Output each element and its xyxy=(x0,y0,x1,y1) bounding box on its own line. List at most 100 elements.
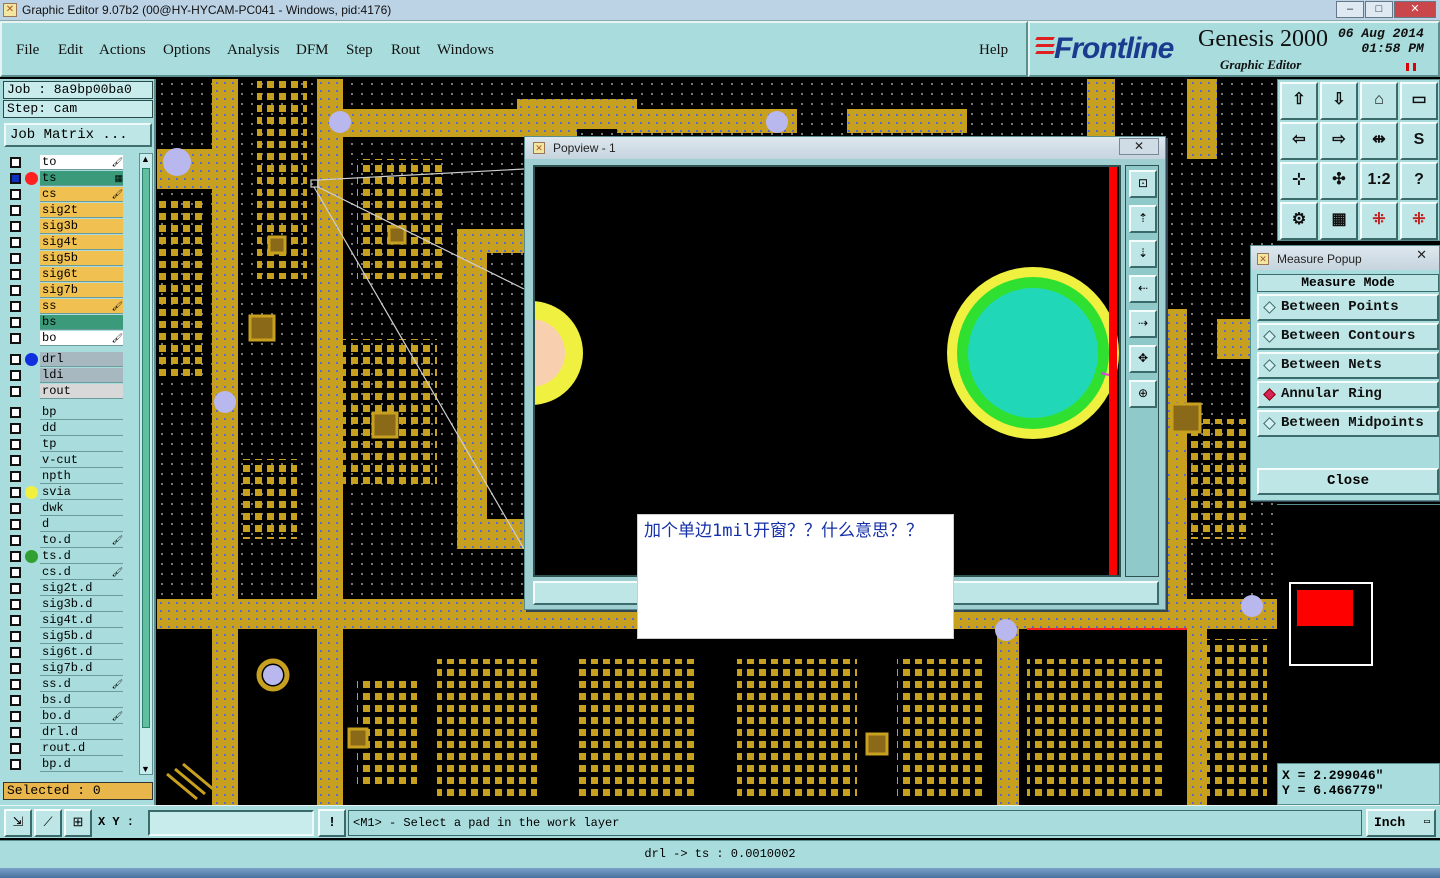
layer-name[interactable]: ldi xyxy=(40,368,123,383)
layer-name[interactable]: sig5b xyxy=(40,251,123,266)
menu-windows[interactable]: Windows xyxy=(437,42,494,59)
layer-row[interactable]: sig5b.d xyxy=(4,629,125,644)
popview-title-bar[interactable]: ✕ Popview - 1 ✕ xyxy=(525,137,1165,159)
radio-diamond-icon[interactable] xyxy=(1263,330,1276,343)
layer-checkbox[interactable] xyxy=(10,285,21,296)
layer-name[interactable]: sig6t.d xyxy=(40,645,123,660)
layer-name[interactable]: drl.d xyxy=(40,725,123,740)
pan-up-icon[interactable]: ⇡ xyxy=(1129,205,1157,233)
layer-row[interactable]: rout.d xyxy=(4,741,125,756)
measure-option[interactable]: Between Nets xyxy=(1257,352,1439,379)
menu-options[interactable]: Options xyxy=(163,42,211,59)
zoom-home-icon[interactable]: ⇧ xyxy=(1280,82,1318,120)
pan-down-icon[interactable]: ⇣ xyxy=(1129,240,1157,268)
layer-row[interactable]: ldi xyxy=(4,368,125,383)
layer-row[interactable]: v-cut xyxy=(4,453,125,468)
menu-step[interactable]: Step xyxy=(346,42,373,59)
layer-checkbox[interactable] xyxy=(10,551,21,562)
pan-left-icon[interactable]: ⇠ xyxy=(1129,275,1157,303)
layer-row[interactable]: bp.d xyxy=(4,757,125,772)
layer-name[interactable]: rout.d xyxy=(40,741,123,756)
layer-checkbox[interactable] xyxy=(10,439,21,450)
layer-row[interactable]: d xyxy=(4,517,125,532)
layer-row[interactable]: bs.d xyxy=(4,693,125,708)
overview-frame[interactable] xyxy=(1289,582,1373,666)
zoom-down-icon[interactable]: ⇩ xyxy=(1320,82,1358,120)
menu-help[interactable]: Help xyxy=(979,42,1008,59)
overview-map[interactable] xyxy=(1277,504,1440,762)
layer-checkbox[interactable] xyxy=(10,423,21,434)
minimize-button[interactable]: ‒ xyxy=(1336,1,1364,18)
layer-row[interactable]: sig5b xyxy=(4,251,125,266)
close-button[interactable]: ✕ xyxy=(1394,1,1436,18)
layer-row[interactable]: sig4t xyxy=(4,235,125,250)
layer-name[interactable]: sig6t xyxy=(40,267,123,282)
layer-name[interactable]: sig2t.d xyxy=(40,581,123,596)
layer-name[interactable]: ss xyxy=(40,299,123,314)
layer-name[interactable]: cs.d xyxy=(40,565,123,580)
units-selector[interactable]: Inch ▭ xyxy=(1366,809,1436,837)
layer-checkbox[interactable] xyxy=(10,695,21,706)
radio-diamond-icon[interactable] xyxy=(1263,359,1276,372)
layer-checkbox[interactable] xyxy=(10,519,21,530)
layer-name[interactable]: ts.d xyxy=(40,549,123,564)
layer-checkbox[interactable] xyxy=(10,189,21,200)
layer-checkbox[interactable] xyxy=(10,173,21,184)
menu-rout[interactable]: Rout xyxy=(391,42,420,59)
layer-row[interactable]: npth xyxy=(4,469,125,484)
pan-right-icon[interactable]: ⇢ xyxy=(1129,310,1157,338)
layer-row[interactable]: drl xyxy=(4,352,125,367)
measure-option[interactable]: Between Midpoints xyxy=(1257,410,1439,437)
layer-name[interactable]: cs xyxy=(40,187,123,202)
layer-row[interactable]: sig7b xyxy=(4,283,125,298)
layer-row[interactable]: svia xyxy=(4,485,125,500)
layer-checkbox[interactable] xyxy=(10,743,21,754)
layer-checkbox[interactable] xyxy=(10,269,21,280)
scroll-down-icon[interactable]: ▼ xyxy=(141,764,150,774)
layer-row[interactable]: dd xyxy=(4,421,125,436)
zoom-extents-icon[interactable]: ⊹ xyxy=(1280,162,1318,200)
layer-name[interactable]: sig3b.d xyxy=(40,597,123,612)
popview-close-button[interactable]: ✕ xyxy=(1119,138,1159,155)
layer-name[interactable]: ts xyxy=(40,171,123,186)
radio-diamond-icon[interactable] xyxy=(1263,301,1276,314)
scroll-up-icon[interactable]: ▲ xyxy=(141,154,150,164)
snap-mode-icon[interactable]: ⇲ xyxy=(4,809,32,837)
zoom-in-icon[interactable]: ✥ xyxy=(1129,345,1157,373)
layer-name[interactable]: sig2t xyxy=(40,203,123,218)
layer-checkbox[interactable] xyxy=(10,333,21,344)
layer-row[interactable]: bo.d 🖌 xyxy=(4,709,125,724)
menu-dfm[interactable]: DFM xyxy=(296,42,329,59)
layer-row[interactable]: dwk xyxy=(4,501,125,516)
zoom-fit-icon[interactable]: ⊡ xyxy=(1129,170,1157,198)
layer-checkbox[interactable] xyxy=(10,567,21,578)
measure-option[interactable]: Between Points xyxy=(1257,294,1439,321)
layer-scrollbar[interactable]: ▲ ▼ xyxy=(139,153,153,775)
pan-right-icon[interactable]: ⇨ xyxy=(1320,122,1358,160)
layer-name[interactable]: bs.d xyxy=(40,693,123,708)
snap-off-icon[interactable]: ⁜ xyxy=(1400,202,1438,240)
layer-row[interactable]: ts ▦ xyxy=(4,171,125,186)
layer-name[interactable]: bp xyxy=(40,405,123,420)
layer-checkbox[interactable] xyxy=(10,471,21,482)
layer-checkbox[interactable] xyxy=(10,647,21,658)
layer-name[interactable]: bs xyxy=(40,315,123,330)
layer-row[interactable]: ss.d 🖌 xyxy=(4,677,125,692)
menu-analysis[interactable]: Analysis xyxy=(227,42,280,59)
layer-checkbox[interactable] xyxy=(10,711,21,722)
layer-checkbox[interactable] xyxy=(10,237,21,248)
layer-name[interactable]: ss.d xyxy=(40,677,123,692)
layer-checkbox[interactable] xyxy=(10,679,21,690)
layer-row[interactable]: ts.d xyxy=(4,549,125,564)
measure-close-icon[interactable]: ✕ xyxy=(1416,247,1427,263)
overview-viewport[interactable] xyxy=(1297,590,1353,626)
layer-checkbox[interactable] xyxy=(10,583,21,594)
layer-name[interactable]: dd xyxy=(40,421,123,436)
layer-name[interactable]: d xyxy=(40,517,123,532)
home-icon[interactable]: ⌂ xyxy=(1360,82,1398,120)
layer-row[interactable]: drl.d xyxy=(4,725,125,740)
layer-name[interactable]: sig3b xyxy=(40,219,123,234)
radio-diamond-icon[interactable] xyxy=(1263,388,1276,401)
layer-row[interactable]: ss 🖌 xyxy=(4,299,125,314)
layer-checkbox[interactable] xyxy=(10,354,21,365)
